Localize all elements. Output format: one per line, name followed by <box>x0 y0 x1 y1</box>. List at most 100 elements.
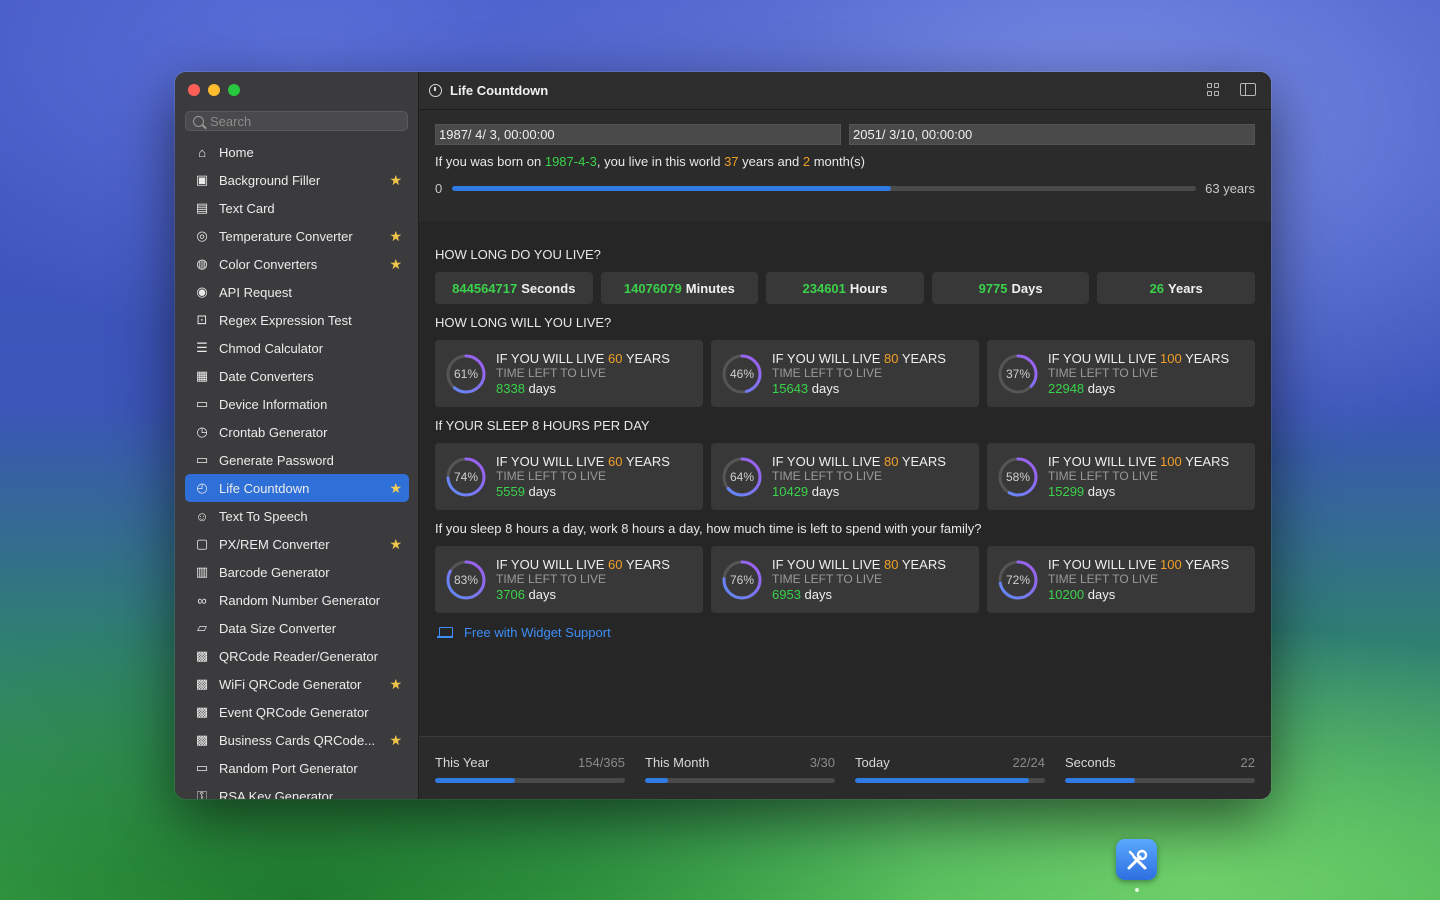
sidebar-item-label: Text Card <box>219 200 275 216</box>
sidebar-item[interactable]: ▤ Text Card <box>185 194 409 222</box>
clock-badge-icon: ◷ <box>196 424 208 439</box>
time-progress-bar: This Year 154/365 This Month 3/30 Today 22/24… <box>419 736 1271 799</box>
sidebar-item[interactable]: ▭ Generate Password <box>185 446 409 474</box>
stat-unit: Minutes <box>685 280 735 296</box>
sidebar-item-label: Color Converters <box>219 256 318 272</box>
summary-months: 2 <box>802 154 811 169</box>
favorite-star-icon[interactable]: ★ <box>389 228 402 245</box>
sidebar-item-label: API Request <box>219 284 292 300</box>
sidebar-item[interactable]: ▥ Barcode Generator <box>185 558 409 586</box>
sidebar-toggle-icon[interactable] <box>1240 83 1256 96</box>
favorite-star-icon[interactable]: ★ <box>389 256 402 273</box>
stat-box: 26 Years <box>1097 272 1255 304</box>
favorite-star-icon[interactable]: ★ <box>389 480 402 497</box>
card-days-value: 6953 <box>772 587 801 602</box>
sidebar-item[interactable]: ▱ Data Size Converter <box>185 614 409 642</box>
sidebar-item[interactable]: ◷ Crontab Generator <box>185 418 409 446</box>
card-days-value: 5559 <box>496 484 525 499</box>
progress-ring: 37% <box>996 352 1040 396</box>
progress-ring: 64% <box>720 455 764 499</box>
card-days-unit: days <box>524 381 556 396</box>
sidebar-item[interactable]: ▣ Background Filler ★ <box>185 166 409 194</box>
birth-date-field[interactable]: 1987/ 4/ 3, 00:00:00 <box>435 124 841 145</box>
app-window: ⌂ Home ▣ Background Filler ★ ▤ Text Card ◎ Tempe… <box>175 72 1271 799</box>
sidebar-item[interactable]: ▩ QRCode Reader/Generator <box>185 642 409 670</box>
card-days-value: 15643 <box>772 381 809 396</box>
close-window-button[interactable] <box>188 84 200 96</box>
sidebar-item[interactable]: ◉ API Request <box>185 278 409 306</box>
stat-value: 14076079 <box>623 280 682 296</box>
stat-box: 234601 Hours <box>766 272 924 304</box>
life-progress-end: 63 years <box>1205 181 1255 196</box>
timer-icon: ◴ <box>196 480 208 495</box>
grid-view-icon[interactable] <box>1207 83 1221 96</box>
sidebar-item[interactable]: ▢ PX/REM Converter ★ <box>185 530 409 558</box>
dock-app-icon[interactable] <box>1116 839 1157 880</box>
sidebar-item-label: Temperature Converter <box>219 228 353 244</box>
sidebar-item[interactable]: ∞ Random Number Generator <box>185 586 409 614</box>
infinity-circle-icon: ∞ <box>197 592 207 608</box>
sidebar-item[interactable]: ☺ Text To Speech <box>185 502 409 530</box>
sidebar-item[interactable]: ☰ Chmod Calculator <box>185 334 409 362</box>
card-years: 80 <box>883 454 899 469</box>
regex-scan-icon: ⊡ <box>196 312 208 327</box>
life-card: 46% IF YOU WILL LIVE 80 YEARS TIME LEFT TO… <box>711 340 979 407</box>
stat-value: 844564717 <box>452 280 518 296</box>
search-field[interactable] <box>185 111 408 131</box>
life-card: 72% IF YOU WILL LIVE 100 YEARS TIME LEFT T… <box>987 546 1255 613</box>
sidebar-item[interactable]: ◍ Color Converters ★ <box>185 250 409 278</box>
sidebar-item-label: Device Information <box>219 396 328 412</box>
time-progress-label: Seconds <box>1065 755 1116 770</box>
zoom-window-button[interactable] <box>228 84 240 96</box>
favorite-star-icon[interactable]: ★ <box>389 536 402 553</box>
sidebar-item[interactable]: ◎ Temperature Converter ★ <box>185 222 409 250</box>
sidebar-item-label: Life Countdown <box>219 480 310 496</box>
summary-birth-date: 1987-4-3 <box>544 154 597 169</box>
person-wave-icon: ☺ <box>195 508 209 524</box>
time-progress-fill <box>645 778 668 783</box>
key-icon: ⚿ <box>197 788 207 799</box>
card-days-value: 10429 <box>772 484 809 499</box>
card-subtitle: TIME LEFT TO LIVE <box>496 469 607 483</box>
search-input[interactable] <box>210 113 400 129</box>
card-days-unit: days <box>1084 381 1116 396</box>
thermometer-icon: ◎ <box>196 228 208 243</box>
sidebar-item[interactable]: ▭ Device Information <box>185 390 409 418</box>
stat-value: 26 <box>1149 280 1165 296</box>
sidebar-item[interactable]: ▭ Random Port Generator <box>185 754 409 782</box>
time-progress-label: This Month <box>645 755 710 770</box>
sidebar-item[interactable]: ◴ Life Countdown ★ <box>185 474 409 502</box>
laptop-icon <box>437 627 453 638</box>
favorite-star-icon[interactable]: ★ <box>389 172 402 189</box>
card-prefix: IF YOU WILL LIVE <box>496 351 608 366</box>
widget-support-link[interactable]: Free with Widget Support <box>435 625 1255 640</box>
ring-percent: 72% <box>1005 572 1031 587</box>
stat-unit: Seconds <box>521 280 576 296</box>
sidebar-item[interactable]: ▦ Date Converters <box>185 362 409 390</box>
stat-box: 9775 Days <box>931 272 1090 304</box>
card-suffix: YEARS <box>1181 454 1230 469</box>
timer-icon <box>429 84 442 97</box>
time-progress-fill <box>855 778 1030 783</box>
card-days-unit: days <box>524 484 556 499</box>
card-subtitle: TIME LEFT TO LIVE <box>772 572 883 586</box>
sidebar-item[interactable]: ⚿ RSA Key Generator <box>185 782 409 799</box>
sidebar-item-label: Background Filler <box>219 172 321 188</box>
sidebar: ⌂ Home ▣ Background Filler ★ ▤ Text Card ◎ Tempe… <box>175 72 419 799</box>
sidebar-item[interactable]: ⌂ Home <box>185 138 409 166</box>
card-suffix: YEARS <box>622 351 670 366</box>
sidebar-item[interactable]: ▩ Event QRCode Generator <box>185 698 409 726</box>
section-title-family: If you sleep 8 hours a day, work 8 hours… <box>435 521 982 536</box>
favorite-star-icon[interactable]: ★ <box>389 732 402 749</box>
end-date-field[interactable]: 2051/ 3/10, 00:00:00 <box>849 124 1255 145</box>
favorite-star-icon[interactable]: ★ <box>389 676 402 693</box>
sidebar-item[interactable]: ⊡ Regex Expression Test <box>185 306 409 334</box>
css-shield-icon: ▢ <box>195 536 209 551</box>
sidebar-item[interactable]: ▩ Business Cards QRCode... ★ <box>185 726 409 754</box>
card-days-value: 3706 <box>496 587 525 602</box>
ring-percent: 61% <box>453 366 479 381</box>
sidebar-item[interactable]: ▩ WiFi QRCode Generator ★ <box>185 670 409 698</box>
time-progress-value: 22 <box>1240 755 1255 770</box>
minimize-window-button[interactable] <box>208 84 220 96</box>
card-subtitle: TIME LEFT TO LIVE <box>1048 366 1159 380</box>
